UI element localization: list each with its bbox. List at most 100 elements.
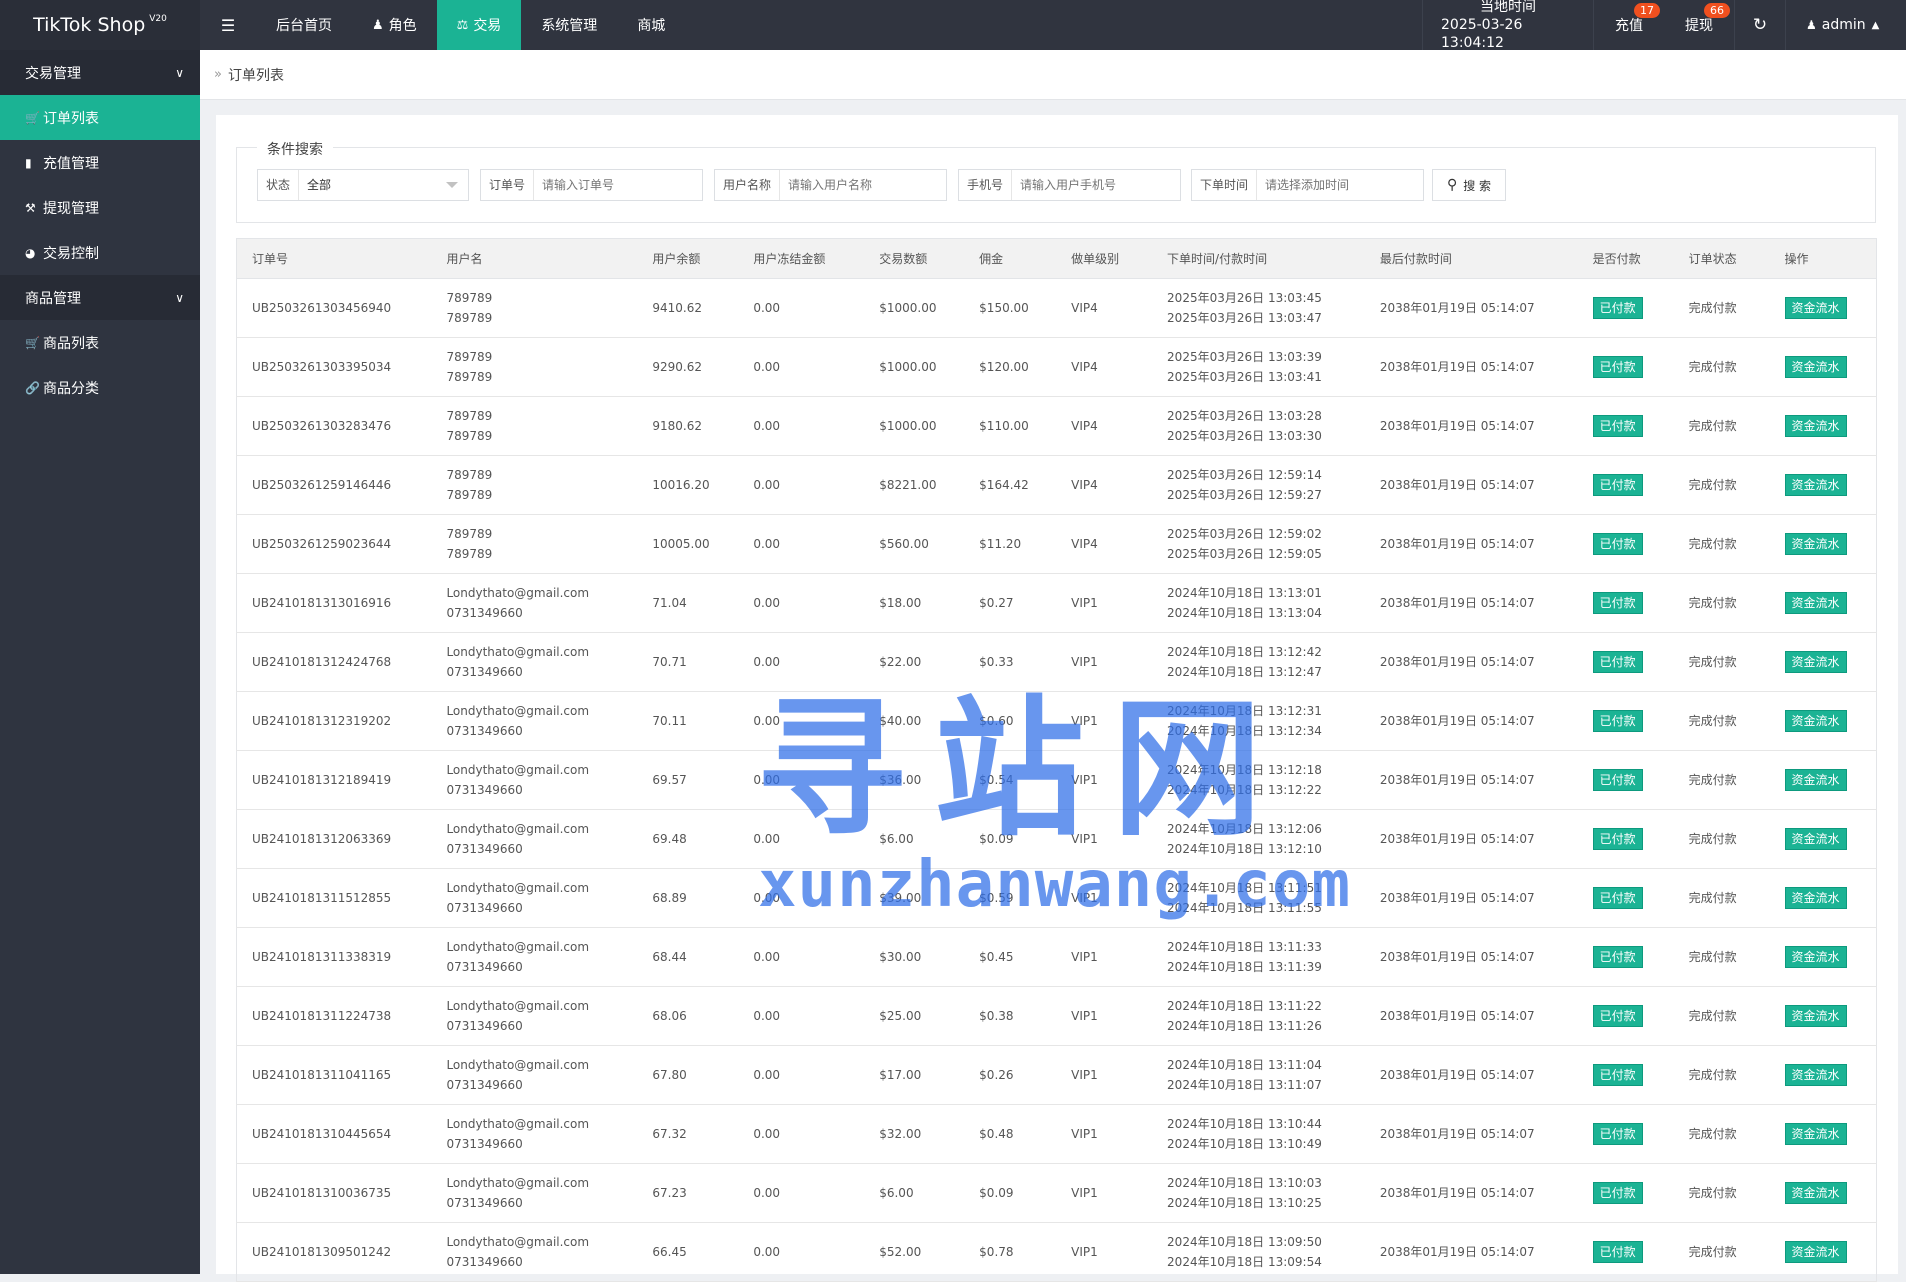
fund-flow-button[interactable]: 资金流水 <box>1784 710 1847 732</box>
sidebar-item-order-list[interactable]: 🛒 订单列表 <box>0 95 200 140</box>
user-balance: 9410.62 <box>652 301 702 315</box>
fund-flow-button[interactable]: 资金流水 <box>1784 592 1847 614</box>
refresh-button[interactable]: ↻ <box>1735 0 1785 50</box>
sidebar-item-goods-list[interactable]: 🛒 商品列表 <box>0 320 200 365</box>
user-menu[interactable]: ♟ admin ▲ <box>1786 0 1906 50</box>
sidebar-group-trade[interactable]: 交易管理 ∨ <box>0 50 200 95</box>
user-account: Londythato@gmail.com <box>446 881 590 895</box>
action-cell: 资金流水 <box>1769 1163 1877 1223</box>
fund-flow-button[interactable]: 资金流水 <box>1784 297 1847 319</box>
order-status: 完成付款 <box>1688 1245 1737 1259</box>
fund-flow-button[interactable]: 资金流水 <box>1784 356 1847 378</box>
sidebar-item-withdraw[interactable]: ⚒ 提现管理 <box>0 185 200 230</box>
fund-flow-button[interactable]: 资金流水 <box>1784 946 1847 968</box>
withdraw-button[interactable]: 提现 66 <box>1664 0 1734 50</box>
user-name-input[interactable] <box>780 170 946 200</box>
fund-flow-button[interactable]: 资金流水 <box>1784 533 1847 555</box>
commission-cell: $0.09 <box>964 809 1057 869</box>
trade-amount: $36.00 <box>879 773 922 787</box>
nav-role[interactable]: ♟ 角色 <box>352 0 437 50</box>
action-cell: 资金流水 <box>1769 1222 1877 1282</box>
fund-flow-button[interactable]: 资金流水 <box>1784 651 1847 673</box>
phone-input[interactable] <box>1012 170 1180 200</box>
sidebar-item-recharge[interactable]: ▮ 充值管理 <box>0 140 200 185</box>
amount-cell: $40.00 <box>864 691 965 751</box>
search-button[interactable]: ⚲ 搜 索 <box>1432 169 1506 201</box>
sidebar-item-goods-category[interactable]: 🔗 商品分类 <box>0 365 200 410</box>
commission-cell: $0.26 <box>964 1045 1057 1105</box>
user-cell: 789789 789789 <box>431 514 638 574</box>
user-balance: 68.06 <box>652 1009 687 1023</box>
paid-cell: 已付款 <box>1577 396 1674 456</box>
last-pay-cell: 2038年01月19日 05:14:07 <box>1364 1163 1578 1223</box>
double-chevron-right-icon: » <box>214 67 222 82</box>
frozen-cell: 0.00 <box>738 809 865 869</box>
frozen-cell: 0.00 <box>738 1104 865 1164</box>
commission: $110.00 <box>979 419 1029 433</box>
paid-cell: 已付款 <box>1577 514 1674 574</box>
order-level: VIP1 <box>1071 714 1098 728</box>
table-row: UB2503261303456940 789789 789789 9410.62 0.0… <box>236 278 1877 338</box>
fund-flow-button[interactable]: 资金流水 <box>1784 1182 1847 1204</box>
frozen-amount: 0.00 <box>753 1245 781 1259</box>
sidebar-item-label: 商品分类 <box>43 380 99 397</box>
status-select[interactable]: 状态 全部 <box>257 169 469 201</box>
amount-cell: $560.00 <box>864 514 965 574</box>
nav-system[interactable]: 系统管理 <box>521 0 617 50</box>
order-time: 2024年10月18日 13:11:04 <box>1167 1058 1322 1072</box>
user-cell: 789789 789789 <box>431 337 638 397</box>
last-pay-time: 2038年01月19日 05:14:07 <box>1379 1068 1535 1082</box>
order-number-cell: UB2410181312424768 <box>236 632 432 692</box>
fund-flow-button[interactable]: 资金流水 <box>1784 474 1847 496</box>
fund-flow-button[interactable]: 资金流水 <box>1784 1005 1847 1027</box>
tab-order-list[interactable]: 订单列表 <box>228 65 284 85</box>
brand-logo[interactable]: TikTok Shop V20 <box>0 0 200 50</box>
nav-home[interactable]: 后台首页 <box>256 0 352 50</box>
user-account: 789789 <box>446 291 493 305</box>
order-status: 完成付款 <box>1688 1009 1737 1023</box>
user-balance: 10016.20 <box>652 478 710 492</box>
pay-time: 2025年03月26日 12:59:05 <box>1167 547 1322 561</box>
fund-flow-button[interactable]: 资金流水 <box>1784 1064 1847 1086</box>
status-cell: 完成付款 <box>1673 868 1770 928</box>
nav-mall[interactable]: 商城 <box>617 0 685 50</box>
last-pay-cell: 2038年01月19日 05:14:07 <box>1364 750 1578 810</box>
table-row: UB2410181312063369 Londythato@gmail.com 07… <box>236 809 1877 869</box>
order-number-cell: UB2503261303395034 <box>236 337 432 397</box>
order-time-input[interactable] <box>1257 170 1423 200</box>
amount-cell: $1000.00 <box>864 396 965 456</box>
order-number-cell: UB2410181309501242 <box>236 1222 432 1282</box>
user-phone: 0731349660 <box>446 1255 523 1269</box>
sidebar-item-label: 交易控制 <box>43 245 99 262</box>
paid-badge: 已付款 <box>1592 769 1643 791</box>
trade-amount: $8221.00 <box>879 478 937 492</box>
recharge-button[interactable]: 充值 17 <box>1594 0 1664 50</box>
nav-trade[interactable]: ⚖ 交易 <box>436 0 522 50</box>
user-balance: 9180.62 <box>652 419 702 433</box>
pay-time: 2024年10月18日 13:10:49 <box>1167 1137 1322 1151</box>
paid-cell: 已付款 <box>1577 632 1674 692</box>
user-account: 789789 <box>446 350 493 364</box>
sidebar-toggle-button[interactable]: ☰ <box>200 0 256 50</box>
level-cell: VIP1 <box>1056 1222 1153 1282</box>
trade-amount: $52.00 <box>879 1245 922 1259</box>
order-number-input[interactable] <box>534 170 702 200</box>
fund-flow-button[interactable]: 资金流水 <box>1784 887 1847 909</box>
user-account: Londythato@gmail.com <box>446 704 590 718</box>
order-number-cell: UB2410181311512855 <box>236 868 432 928</box>
pay-time: 2024年10月18日 13:12:34 <box>1167 724 1322 738</box>
trade-amount: $560.00 <box>879 537 929 551</box>
paid-badge: 已付款 <box>1592 415 1643 437</box>
order-number: UB2503261259146446 <box>252 478 392 492</box>
sidebar-group-goods[interactable]: 商品管理 ∨ <box>0 275 200 320</box>
user-phone: 789789 <box>446 488 493 502</box>
fund-flow-button[interactable]: 资金流水 <box>1784 1123 1847 1145</box>
fund-flow-button[interactable]: 资金流水 <box>1784 769 1847 791</box>
sidebar-item-trade-control[interactable]: ◕ 交易控制 <box>0 230 200 275</box>
user-balance: 68.44 <box>652 950 687 964</box>
fund-flow-button[interactable]: 资金流水 <box>1784 1241 1847 1263</box>
fund-flow-button[interactable]: 资金流水 <box>1784 828 1847 850</box>
recharge-label: 充值 <box>1615 18 1643 34</box>
order-number-cell: UB2410181312319202 <box>236 691 432 751</box>
fund-flow-button[interactable]: 资金流水 <box>1784 415 1847 437</box>
